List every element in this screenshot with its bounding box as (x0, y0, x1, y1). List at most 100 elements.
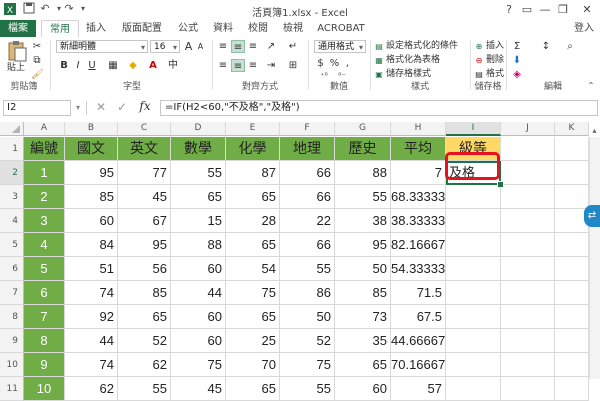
data-cell[interactable]: 66 (280, 233, 335, 257)
header-cell[interactable]: 英文 (118, 137, 171, 161)
formula-input[interactable]: =IF(H2<60,"不及格","及格") (160, 100, 598, 116)
cut-icon[interactable]: ✂ (31, 40, 43, 53)
column-header-e[interactable]: E (226, 122, 280, 136)
tab-formulas[interactable]: 公式 (172, 20, 204, 37)
data-cell[interactable]: 55 (280, 257, 335, 281)
data-cell[interactable]: 95 (335, 233, 391, 257)
tab-page-layout[interactable]: 版面配置 (115, 20, 169, 37)
data-cell[interactable]: 65 (335, 353, 391, 377)
row-header-1[interactable]: 1 (0, 137, 24, 161)
data-cell[interactable]: 82.16667 (391, 233, 446, 257)
empty-cell[interactable] (501, 377, 555, 401)
empty-cell[interactable] (501, 281, 555, 305)
data-cell[interactable]: 68.33333 (391, 185, 446, 209)
row-header-7[interactable]: 7 (0, 281, 24, 305)
empty-cell[interactable] (501, 305, 555, 329)
data-cell[interactable]: 85 (335, 281, 391, 305)
data-cell[interactable]: 85 (118, 281, 171, 305)
select-all-button[interactable] (0, 122, 24, 136)
data-cell[interactable]: 88 (335, 161, 391, 185)
row-header-8[interactable]: 8 (0, 305, 24, 329)
data-cell[interactable]: 44 (171, 281, 226, 305)
tab-review[interactable]: 校閱 (242, 20, 274, 37)
empty-cell[interactable] (555, 161, 589, 185)
data-cell[interactable]: 88 (171, 233, 226, 257)
align-left-icon[interactable]: ≡ (216, 59, 230, 72)
id-cell[interactable]: 1 (24, 161, 65, 185)
data-cell[interactable]: 56 (118, 257, 171, 281)
data-cell[interactable]: 92 (65, 305, 118, 329)
tab-view[interactable]: 檢視 (277, 20, 309, 37)
id-cell[interactable]: 2 (24, 185, 65, 209)
empty-cell[interactable] (501, 233, 555, 257)
fill-color-icon[interactable]: ◆ (126, 59, 140, 72)
data-cell[interactable]: 95 (65, 161, 118, 185)
header-cell[interactable]: 地理 (280, 137, 335, 161)
row-header-5[interactable]: 5 (0, 233, 24, 257)
paste-icon[interactable] (6, 40, 28, 62)
data-cell[interactable]: 60 (171, 257, 226, 281)
header-cell[interactable]: 平均 (391, 137, 446, 161)
id-cell[interactable]: 8 (24, 329, 65, 353)
minimize-button[interactable]: — (536, 2, 554, 17)
data-cell[interactable]: 52 (280, 329, 335, 353)
conditional-format-button[interactable]: 設定格式化的條件 (386, 40, 458, 53)
column-header-k[interactable]: K (555, 122, 589, 136)
align-top-icon[interactable]: ≡ (216, 40, 230, 53)
empty-cell[interactable] (501, 329, 555, 353)
data-cell[interactable]: 44 (65, 329, 118, 353)
row-header-2[interactable]: 2 (0, 161, 24, 185)
fill-handle[interactable] (497, 181, 504, 188)
paste-label[interactable]: 貼上 (7, 62, 25, 75)
data-cell[interactable]: 28 (226, 209, 280, 233)
cancel-icon[interactable]: ✕ (94, 101, 108, 114)
tab-file[interactable]: 檔案 (0, 20, 36, 37)
delete-cells-icon[interactable]: ⊖ (474, 54, 484, 67)
column-header-j[interactable]: J (501, 122, 555, 136)
copy-icon[interactable]: ⧉ (31, 54, 43, 67)
data-cell[interactable]: 15 (171, 209, 226, 233)
empty-cell[interactable] (555, 353, 589, 377)
row-header-10[interactable]: 10 (0, 353, 24, 377)
id-cell[interactable]: 3 (24, 209, 65, 233)
merge-center-icon[interactable]: ⊞ (286, 59, 300, 72)
data-cell[interactable]: 71.5 (391, 281, 446, 305)
sign-in-link[interactable]: 登入 (574, 20, 594, 37)
data-cell[interactable]: 25 (226, 329, 280, 353)
empty-cell[interactable] (501, 137, 555, 161)
row-header-3[interactable]: 3 (0, 185, 24, 209)
border-icon[interactable]: ▦ (106, 59, 120, 72)
id-cell[interactable]: 4 (24, 233, 65, 257)
data-cell[interactable]: 60 (171, 329, 226, 353)
insert-cells-button[interactable]: 插入 (486, 40, 504, 53)
data-cell[interactable]: 57 (391, 377, 446, 401)
align-center-icon[interactable]: ≡ (231, 59, 245, 72)
data-cell[interactable]: 75 (226, 281, 280, 305)
font-name-select[interactable]: 新細明體 (56, 40, 148, 54)
italic-button[interactable]: I (72, 59, 84, 72)
conditional-format-icon[interactable]: ▤ (374, 40, 384, 53)
id-cell[interactable]: 10 (24, 377, 65, 401)
data-cell[interactable]: 66 (280, 185, 335, 209)
align-bottom-icon[interactable]: ≡ (246, 40, 260, 53)
data-cell[interactable] (446, 353, 501, 377)
align-middle-icon[interactable]: ≡ (231, 40, 245, 53)
header-cell[interactable]: 國文 (65, 137, 118, 161)
data-cell[interactable]: 22 (280, 209, 335, 233)
data-cell[interactable]: 66 (280, 161, 335, 185)
data-cell[interactable]: 60 (171, 305, 226, 329)
empty-cell[interactable] (555, 305, 589, 329)
data-cell[interactable]: 54 (226, 257, 280, 281)
data-cell[interactable]: 62 (65, 377, 118, 401)
font-size-select[interactable]: 16 (150, 40, 180, 54)
collapse-ribbon-icon[interactable]: ⌃ (586, 79, 596, 92)
restore-button[interactable]: ❐ (554, 2, 572, 17)
data-cell[interactable]: 67.5 (391, 305, 446, 329)
data-cell[interactable]: 62 (118, 353, 171, 377)
name-box-dropdown-icon[interactable]: ▾ (74, 101, 82, 114)
column-header-i[interactable]: I (446, 122, 501, 136)
format-as-table-button[interactable]: 格式化為表格 (386, 54, 440, 67)
grow-font-icon[interactable]: A (183, 40, 194, 53)
id-cell[interactable]: 6 (24, 281, 65, 305)
help-button[interactable]: ? (500, 2, 518, 17)
